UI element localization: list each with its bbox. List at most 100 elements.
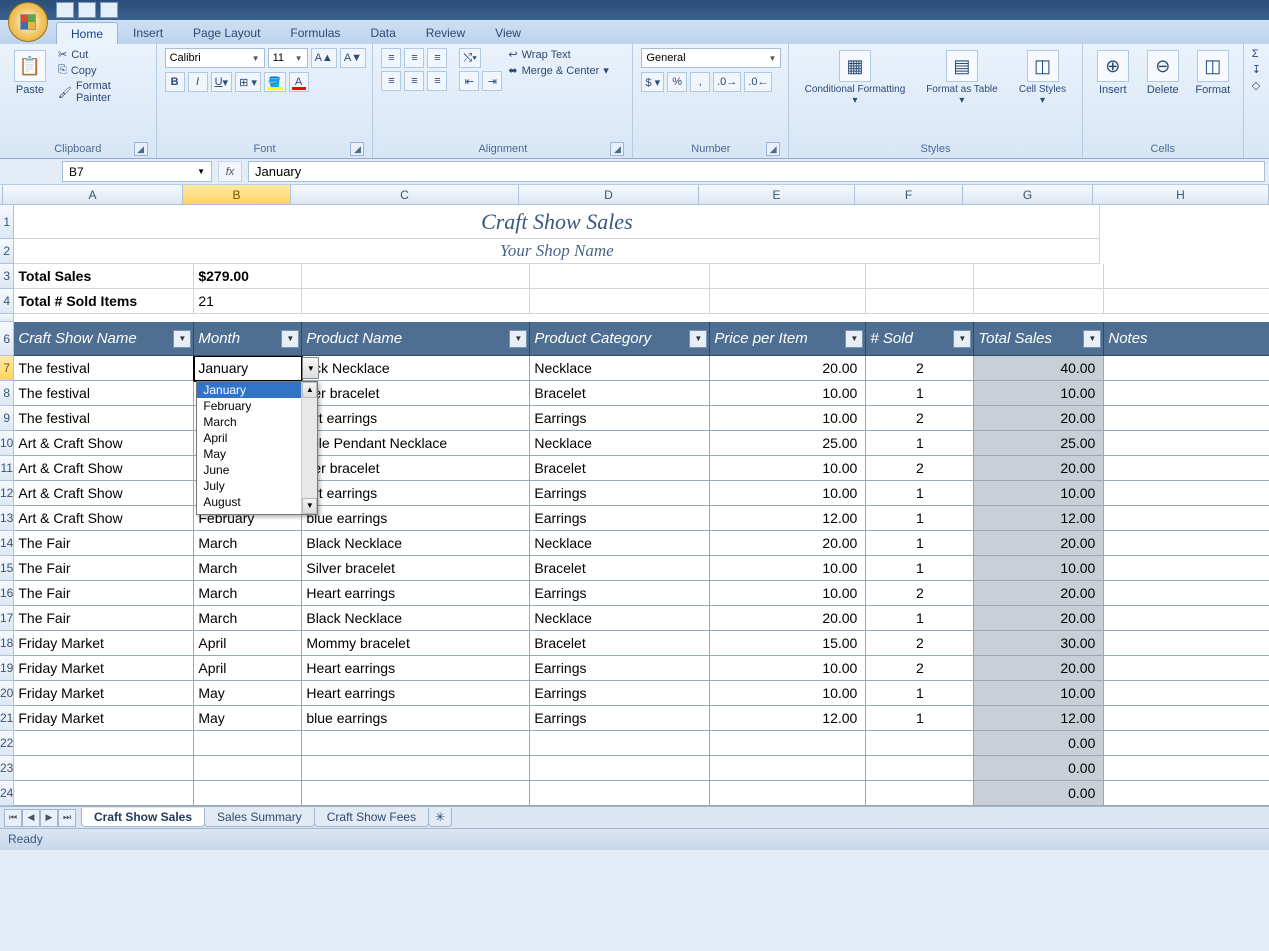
row-header-12[interactable]: 12 [0, 481, 14, 506]
table-cell-notes[interactable] [1104, 581, 1269, 606]
align-left-button[interactable]: ≡ [381, 71, 401, 91]
table-cell-price[interactable]: 25.00 [710, 431, 866, 456]
row-header-1[interactable]: 1 [0, 205, 14, 239]
table-cell-sold[interactable]: 2 [866, 656, 974, 681]
align-bottom-button[interactable]: ≡ [427, 48, 447, 68]
table-cell-notes[interactable] [1104, 556, 1269, 581]
sheet-nav-first-icon[interactable]: ⏮ [4, 809, 22, 827]
table-cell-total[interactable]: 12.00 [974, 506, 1104, 531]
row-header-19[interactable]: 19 [0, 656, 14, 681]
table-cell-month[interactable]: January [194, 356, 302, 381]
table-cell-product[interactable]: Black Necklace [302, 606, 530, 631]
fill-color-button[interactable]: 🪣 [264, 72, 286, 92]
table-cell-notes[interactable] [1104, 456, 1269, 481]
format-as-table-button[interactable]: ▤Format as Table ▾ [919, 48, 1006, 108]
qat-redo-icon[interactable] [100, 2, 118, 18]
autosum-button[interactable]: Σ [1252, 48, 1261, 60]
column-header-G[interactable]: G [963, 185, 1093, 204]
row-header-10[interactable]: 10 [0, 431, 14, 456]
table-cell-product[interactable]: ver bracelet [302, 381, 530, 406]
table-header-notes[interactable]: Notes [1104, 322, 1269, 356]
align-top-button[interactable]: ≡ [381, 48, 401, 68]
dropdown-option[interactable]: May [197, 446, 317, 462]
table-header-month[interactable]: Month▼ [194, 322, 302, 356]
table-cell-price[interactable]: 20.00 [710, 531, 866, 556]
table-cell-category[interactable]: Earrings [530, 656, 710, 681]
dropdown-option[interactable]: April [197, 430, 317, 446]
table-cell-category[interactable] [530, 781, 710, 806]
table-cell-total[interactable]: 10.00 [974, 381, 1104, 406]
total-items-value[interactable]: 21 [194, 289, 302, 314]
bold-button[interactable]: B [165, 72, 185, 92]
table-cell-show[interactable]: The Fair [14, 581, 194, 606]
table-cell-show[interactable]: Art & Craft Show [14, 506, 194, 531]
row-header-24[interactable]: 24 [0, 781, 14, 806]
table-cell-category[interactable]: Bracelet [530, 556, 710, 581]
table-cell-month[interactable] [194, 731, 302, 756]
table-cell-show[interactable]: The festival [14, 406, 194, 431]
row-header-14[interactable]: 14 [0, 531, 14, 556]
accounting-button[interactable]: $ ▾ [641, 72, 664, 92]
dropdown-scrollbar[interactable]: ▲▼ [301, 382, 317, 514]
clear-button[interactable]: ◇ [1252, 79, 1261, 92]
table-cell-show[interactable]: Art & Craft Show [14, 431, 194, 456]
table-cell-product[interactable]: rple Pendant Necklace [302, 431, 530, 456]
table-cell-show[interactable]: Art & Craft Show [14, 481, 194, 506]
table-cell-product[interactable] [302, 756, 530, 781]
font-color-button[interactable]: A [289, 72, 309, 92]
table-cell-show[interactable]: Art & Craft Show [14, 456, 194, 481]
table-cell-notes[interactable] [1104, 406, 1269, 431]
underline-button[interactable]: U ▾ [211, 72, 232, 92]
table-cell-product[interactable]: ver bracelet [302, 456, 530, 481]
table-cell-sold[interactable]: 2 [866, 456, 974, 481]
shrink-font-button[interactable]: A▼ [340, 48, 366, 68]
table-cell-show[interactable] [14, 781, 194, 806]
table-cell-show[interactable]: The Fair [14, 556, 194, 581]
table-cell-price[interactable]: 10.00 [710, 681, 866, 706]
table-cell-notes[interactable] [1104, 381, 1269, 406]
row-header-9[interactable]: 9 [0, 406, 14, 431]
total-items-label[interactable]: Total # Sold Items [14, 289, 194, 314]
cell[interactable] [530, 264, 710, 289]
table-cell-price[interactable] [710, 781, 866, 806]
table-cell-category[interactable]: Necklace [530, 356, 710, 381]
table-cell-category[interactable]: Bracelet [530, 631, 710, 656]
table-header-total-sales[interactable]: Total Sales▼ [974, 322, 1104, 356]
table-cell-total[interactable]: 20.00 [974, 406, 1104, 431]
cell[interactable] [866, 264, 974, 289]
table-cell-notes[interactable] [1104, 756, 1269, 781]
dropdown-option[interactable]: June [197, 462, 317, 478]
table-cell-month[interactable]: April [194, 631, 302, 656]
tab-page-layout[interactable]: Page Layout [178, 21, 275, 44]
dropdown-option[interactable]: March [197, 414, 317, 430]
table-cell-sold[interactable]: 1 [866, 606, 974, 631]
table-cell-sold[interactable] [866, 756, 974, 781]
table-cell-price[interactable]: 10.00 [710, 481, 866, 506]
dropdown-option[interactable]: January [197, 382, 317, 398]
table-cell-product[interactable]: art earrings [302, 481, 530, 506]
table-cell-product[interactable]: blue earrings [302, 706, 530, 731]
table-cell-price[interactable]: 10.00 [710, 556, 866, 581]
align-right-button[interactable]: ≡ [427, 71, 447, 91]
format-cells-button[interactable]: ◫Format [1191, 48, 1235, 98]
table-header-craft-show-name[interactable]: Craft Show Name▼ [14, 322, 194, 356]
sheet-tab-craft-show-sales[interactable]: Craft Show Sales [81, 808, 205, 827]
filter-button[interactable]: ▼ [953, 330, 971, 348]
table-cell-month[interactable]: May [194, 706, 302, 731]
cell[interactable] [710, 264, 866, 289]
table-cell-show[interactable] [14, 756, 194, 781]
dropdown-option[interactable]: August [197, 494, 317, 510]
cell[interactable] [1104, 289, 1269, 314]
table-cell-category[interactable]: Earrings [530, 506, 710, 531]
row-header-4[interactable]: 4 [0, 289, 14, 314]
table-cell-total[interactable]: 20.00 [974, 581, 1104, 606]
validation-dropdown-button[interactable]: ▼ [302, 357, 319, 379]
table-cell-notes[interactable] [1104, 481, 1269, 506]
column-header-D[interactable]: D [519, 185, 699, 204]
table-cell-product[interactable]: art earrings [302, 406, 530, 431]
table-cell-sold[interactable]: 2 [866, 631, 974, 656]
row-header-17[interactable]: 17 [0, 606, 14, 631]
paste-button[interactable]: 📋Paste [8, 48, 52, 98]
column-header-F[interactable]: F [855, 185, 963, 204]
row-header-15[interactable]: 15 [0, 556, 14, 581]
